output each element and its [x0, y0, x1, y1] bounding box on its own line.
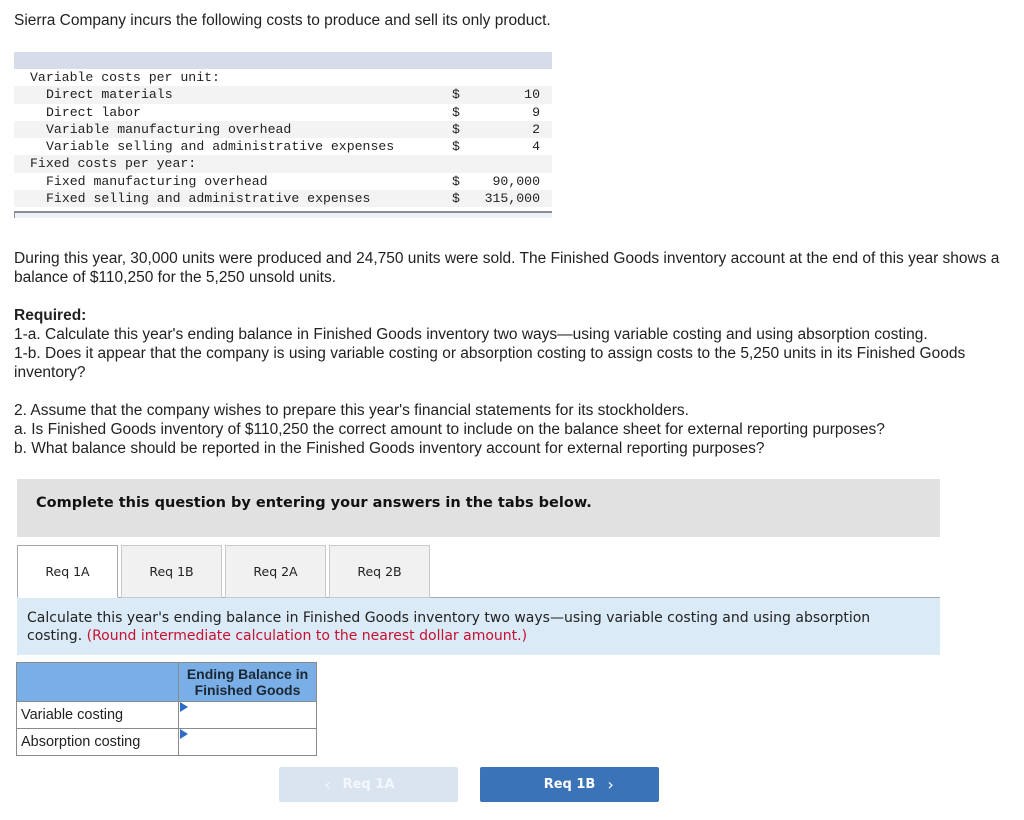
required-heading: Required: — [14, 307, 87, 324]
rounding-note: (Round intermediate calculation to the n… — [86, 628, 528, 644]
cost-label: Fixed manufacturing overhead — [46, 173, 268, 189]
cost-amount — [474, 155, 552, 173]
cost-row: Variable costs per unit: — [14, 69, 552, 86]
answer-row-label: Variable costing — [16, 701, 179, 729]
answer-column-header: Ending Balance in Finished Goods — [178, 662, 317, 702]
requirement-tabs: Req 1A Req 1B Req 2A Req 2B — [17, 545, 433, 598]
cost-row: Direct labor $ 9 — [14, 104, 552, 121]
answer-row-label: Absorption costing — [16, 728, 179, 756]
absorption-costing-input[interactable] — [179, 729, 316, 755]
cost-row: Fixed manufacturing overhead $ 90,000 — [14, 173, 552, 190]
required-item-1a: 1-a. Calculate this year's ending balanc… — [14, 326, 928, 343]
tab-instruction-box: Calculate this year's ending balance in … — [17, 598, 940, 655]
chevron-left-icon: ‹ — [324, 775, 331, 794]
cost-row: Fixed selling and administrative expense… — [14, 190, 552, 208]
cost-label: Variable costs per unit: — [30, 70, 220, 85]
prev-tab-label: Req 1A — [342, 777, 395, 792]
cost-row: Direct materials $ 10 — [14, 86, 552, 104]
prev-tab-button[interactable]: ‹ Req 1A ‹ — [279, 767, 458, 802]
next-tab-label: Req 1B — [543, 777, 596, 792]
chevron-right-icon: › — [607, 775, 614, 794]
tab-req-1a[interactable]: Req 1A — [17, 545, 118, 598]
cost-row: Variable selling and administrative expe… — [14, 138, 552, 155]
cost-dollar: $ — [452, 139, 460, 155]
cost-amount: 10 — [474, 86, 552, 104]
cost-amount: 90,000 — [492, 173, 540, 189]
tab-req-1b[interactable]: Req 1B — [121, 545, 222, 598]
answer-header-row: Ending Balance in Finished Goods — [16, 662, 317, 702]
cost-amount: 9 — [532, 104, 540, 120]
cost-amount: 2 — [474, 120, 552, 139]
cost-amount — [474, 69, 552, 86]
cost-label: Fixed selling and administrative expense… — [14, 190, 452, 208]
cost-dollar: $ — [452, 190, 474, 208]
part2-intro: 2. Assume that the company wishes to pre… — [14, 402, 689, 419]
part2-item-b: b. What balance should be reported in th… — [14, 440, 765, 457]
tab-req-2a[interactable]: Req 2A — [225, 545, 326, 598]
cost-dollar: $ — [452, 120, 474, 139]
cost-table: Variable costs per unit: Direct material… — [14, 69, 552, 208]
cost-table-container: Variable costs per unit: Direct material… — [14, 52, 552, 219]
cost-label: Variable manufacturing overhead — [14, 120, 452, 139]
part2-section: 2. Assume that the company wishes to pre… — [14, 401, 1014, 458]
cost-label: Variable selling and administrative expe… — [46, 139, 395, 155]
cost-label: Fixed costs per year: — [14, 155, 452, 173]
tab-req-2b[interactable]: Req 2B — [329, 545, 430, 598]
cost-label: Direct materials — [14, 86, 452, 104]
cost-table-header-bar — [14, 52, 552, 69]
problem-intro: Sierra Company incurs the following cost… — [14, 12, 551, 29]
next-tab-button[interactable]: › Req 1B › — [480, 767, 659, 802]
cost-dollar: $ — [452, 86, 474, 104]
banner-text: Complete this question by entering your … — [36, 495, 592, 511]
cost-row: Fixed costs per year: — [14, 155, 552, 173]
answer-cell — [178, 701, 317, 729]
cost-dollar: $ — [452, 173, 460, 189]
answer-cell — [178, 728, 317, 756]
cost-amount: 315,000 — [474, 190, 552, 208]
answer-row-variable: Variable costing — [16, 701, 317, 729]
input-flag-icon — [180, 702, 188, 712]
cost-dollar — [452, 69, 474, 86]
cost-label: Direct labor — [46, 104, 141, 120]
cost-dollar: $ — [452, 104, 460, 120]
answer-row-absorption: Absorption costing — [16, 728, 317, 756]
variable-costing-input[interactable] — [179, 702, 316, 728]
cost-amount: 4 — [532, 139, 540, 155]
cost-row: Variable manufacturing overhead $ 2 — [14, 120, 552, 139]
production-paragraph: During this year, 30,000 units were prod… — [14, 250, 1000, 286]
answer-table: Ending Balance in Finished Goods Variabl… — [16, 662, 317, 756]
input-flag-icon — [180, 729, 188, 739]
cost-dollar — [452, 155, 474, 173]
instructions-banner: Complete this question by entering your … — [17, 479, 940, 537]
required-section: Required: 1-a. Calculate this year's end… — [14, 306, 1014, 382]
cost-table-footer-bar — [14, 211, 552, 219]
tab-instruction: Calculate this year's ending balance in … — [27, 609, 917, 645]
required-item-1b: 1-b. Does it appear that the company is … — [14, 345, 966, 381]
part2-item-a: a. Is Finished Goods inventory of $110,2… — [14, 421, 885, 438]
answer-header-blank — [16, 662, 179, 702]
